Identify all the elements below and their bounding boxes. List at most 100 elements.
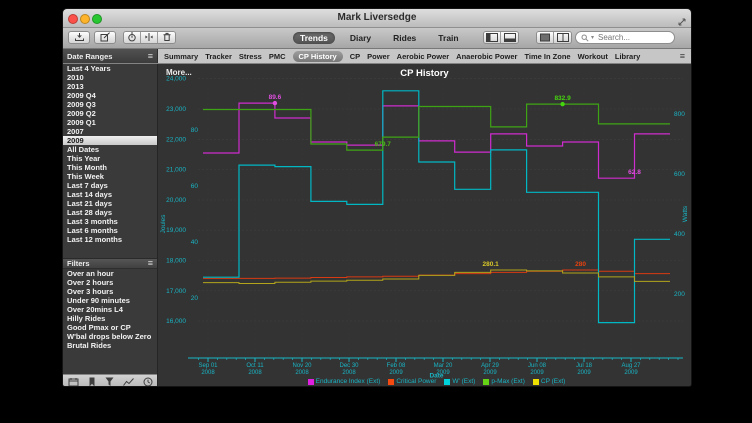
watts-axis-title: Watts [682,205,689,222]
annotation-dot [273,101,277,105]
date-range-2009-q2[interactable]: 2009 Q2 [63,109,157,118]
date-range-2010[interactable]: 2010 [63,73,157,82]
legend-item-p-max-ext: p-Max (Ext) [483,378,525,385]
split-view-button[interactable] [141,32,158,43]
filter-icon[interactable] [105,374,114,387]
date-range-last-28-days[interactable]: Last 28 days [63,208,157,217]
date-range-2009[interactable]: 2009 [63,136,157,145]
tab-tracker[interactable]: Tracker [205,52,232,61]
annotation-dot [560,102,564,106]
more-link[interactable]: More... [166,68,192,77]
single-pane-icon [539,31,551,44]
chart-icon[interactable] [123,374,134,387]
nav-tab-diary[interactable]: Diary [343,32,378,44]
annotation-label: 280.1 [483,261,500,268]
compose-icon [100,29,111,47]
sidebar-toggles [483,31,519,44]
date-range-this-year[interactable]: This Year [63,154,157,163]
svg-text:400: 400 [674,231,685,238]
dual-pane-toggle[interactable] [554,32,571,43]
tab-stress[interactable]: Stress [239,52,262,61]
date-range-last-7-days[interactable]: Last 7 days [63,181,157,190]
date-ranges-menu-icon[interactable]: ≡ [148,52,153,61]
date-range-last-21-days[interactable]: Last 21 days [63,199,157,208]
chart-title: CP History [158,68,691,79]
tab-cp-history[interactable]: CP History [293,51,343,62]
single-pane-toggle[interactable] [537,32,554,43]
svg-text:Dec 30: Dec 30 [339,363,359,369]
svg-text:2008: 2008 [295,370,309,376]
calendar-icon[interactable] [68,374,79,387]
legend-label: Critical Power [396,378,436,385]
date-range-2013[interactable]: 2013 [63,82,157,91]
sidebar: Last 4 Years201020132009 Q42009 Q32009 Q… [63,64,158,387]
date-range-last-6-months[interactable]: Last 6 months [63,226,157,235]
timer-button[interactable] [124,32,141,43]
download-button[interactable] [68,31,90,44]
tab-pmc[interactable]: PMC [269,52,286,61]
date-range-last-3-months[interactable]: Last 3 months [63,217,157,226]
series-w-ext [203,91,670,323]
filter-over-2-hours[interactable]: Over 2 hours [63,278,157,287]
legend-swatch [483,379,489,385]
nav-tab-train[interactable]: Train [431,32,465,44]
filter-w-bal-drops-below-zero[interactable]: W'bal drops below Zero [63,332,157,341]
filters-title: Filters [67,259,90,268]
date-range-2009-q1[interactable]: 2009 Q1 [63,118,157,127]
nav-tab-trends[interactable]: Trends [293,32,335,44]
sidebar-bottom-toggle[interactable] [501,32,518,43]
svg-text:Sep 01: Sep 01 [198,363,218,369]
date-range-last-4-years[interactable]: Last 4 Years [63,64,157,73]
screen: Mark Liversedge [0,0,752,423]
tab-workout[interactable]: Workout [578,52,608,61]
search-field[interactable]: ▾ [575,31,675,44]
date-range-2009-q4[interactable]: 2009 Q4 [63,91,157,100]
tab-summary[interactable]: Summary [164,52,198,61]
filter-over-an-hour[interactable]: Over an hour [63,269,157,278]
svg-text:17,000: 17,000 [166,288,186,295]
svg-text:Jun 08: Jun 08 [528,363,547,369]
tab-power[interactable]: Power [367,52,390,61]
svg-text:600: 600 [674,171,685,178]
date-range-all-dates[interactable]: All Dates [63,145,157,154]
nav-tab-rides[interactable]: Rides [386,32,423,44]
date-range-last-12-months[interactable]: Last 12 months [63,235,157,244]
filters-menu-icon[interactable]: ≡ [148,259,153,268]
legend-label: W' (Ext) [452,378,475,385]
svg-text:2009: 2009 [577,370,591,376]
x-axis: Sep 012008Oct 112008Nov 202008Dec 302008… [188,358,683,380]
trash-button[interactable] [158,32,175,43]
compose-button[interactable] [94,31,116,44]
date-range-2007[interactable]: 2007 [63,127,157,136]
title-bar[interactable]: Mark Liversedge [63,9,691,28]
svg-text:Mar 20: Mar 20 [434,363,453,369]
svg-text:19,000: 19,000 [166,227,186,234]
clock-icon[interactable] [143,374,153,387]
filter-brutal-rides[interactable]: Brutal Rides [63,341,157,350]
bookmark-icon[interactable] [88,374,96,387]
search-input[interactable] [596,32,669,43]
tab-aerobic-power[interactable]: Aerobic Power [397,52,450,61]
filter-over-3-hours[interactable]: Over 3 hours [63,287,157,296]
split-view-icon [144,31,154,44]
date-range-this-week[interactable]: This Week [63,172,157,181]
filter-good-pmax-or-cp[interactable]: Good Pmax or CP [63,323,157,332]
date-range-this-month[interactable]: This Month [63,163,157,172]
chart-tabs-menu-icon[interactable]: ≡ [680,51,685,61]
search-scope-chevron-icon[interactable]: ▾ [591,34,594,41]
tab-time-in-zone[interactable]: Time In Zone [524,52,570,61]
tab-cp[interactable]: CP [350,52,360,61]
filter-under-90-minutes[interactable]: Under 90 minutes [63,296,157,305]
svg-text:Oct 11: Oct 11 [246,363,264,369]
svg-text:200: 200 [674,291,685,298]
filter-hilly-rides[interactable]: Hilly Rides [63,314,157,323]
annotation-label: 832.9 [554,95,571,102]
tab-anaerobic-power[interactable]: Anaerobic Power [456,52,517,61]
nav-segmented-control: Trends Diary Rides Train [293,31,466,44]
date-range-2009-q3[interactable]: 2009 Q3 [63,100,157,109]
filters-header: Filters ≡ [63,258,157,269]
sidebar-left-toggle[interactable] [484,32,501,43]
filter-over-20mins-l4[interactable]: Over 20mins L4 [63,305,157,314]
tab-library[interactable]: Library [615,52,640,61]
date-range-last-14-days[interactable]: Last 14 days [63,190,157,199]
